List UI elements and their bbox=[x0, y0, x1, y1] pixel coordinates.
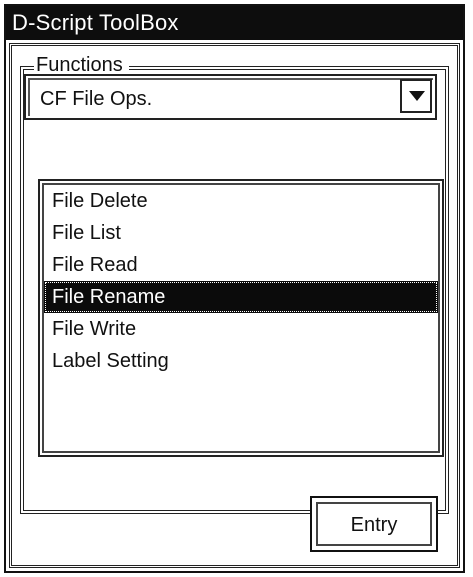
entry-button[interactable]: Entry bbox=[310, 496, 438, 552]
function-category-combo[interactable]: CF File Ops. bbox=[24, 74, 437, 120]
function-list: File Delete File List File Read File Ren… bbox=[42, 183, 440, 453]
list-item-label-setting[interactable]: Label Setting bbox=[44, 345, 438, 377]
chevron-down-icon bbox=[409, 91, 425, 101]
combo-dropdown-button[interactable] bbox=[400, 79, 432, 113]
function-listbox[interactable]: File Delete File List File Read File Ren… bbox=[38, 179, 444, 457]
combo-selected-value: CF File Ops. bbox=[40, 88, 153, 110]
list-item-file-write[interactable]: File Write bbox=[44, 313, 438, 345]
list-item-file-read[interactable]: File Read bbox=[44, 249, 438, 281]
list-item-file-list[interactable]: File List bbox=[44, 217, 438, 249]
entry-button-label: Entry bbox=[316, 502, 432, 546]
toolbox-window: D-Script ToolBox Functions CF File Ops. … bbox=[4, 4, 465, 573]
list-item-file-delete[interactable]: File Delete bbox=[44, 185, 438, 217]
window-title[interactable]: D-Script ToolBox bbox=[6, 6, 463, 40]
combo-field[interactable]: CF File Ops. bbox=[28, 78, 433, 116]
list-item-file-rename[interactable]: File Rename bbox=[44, 281, 438, 313]
